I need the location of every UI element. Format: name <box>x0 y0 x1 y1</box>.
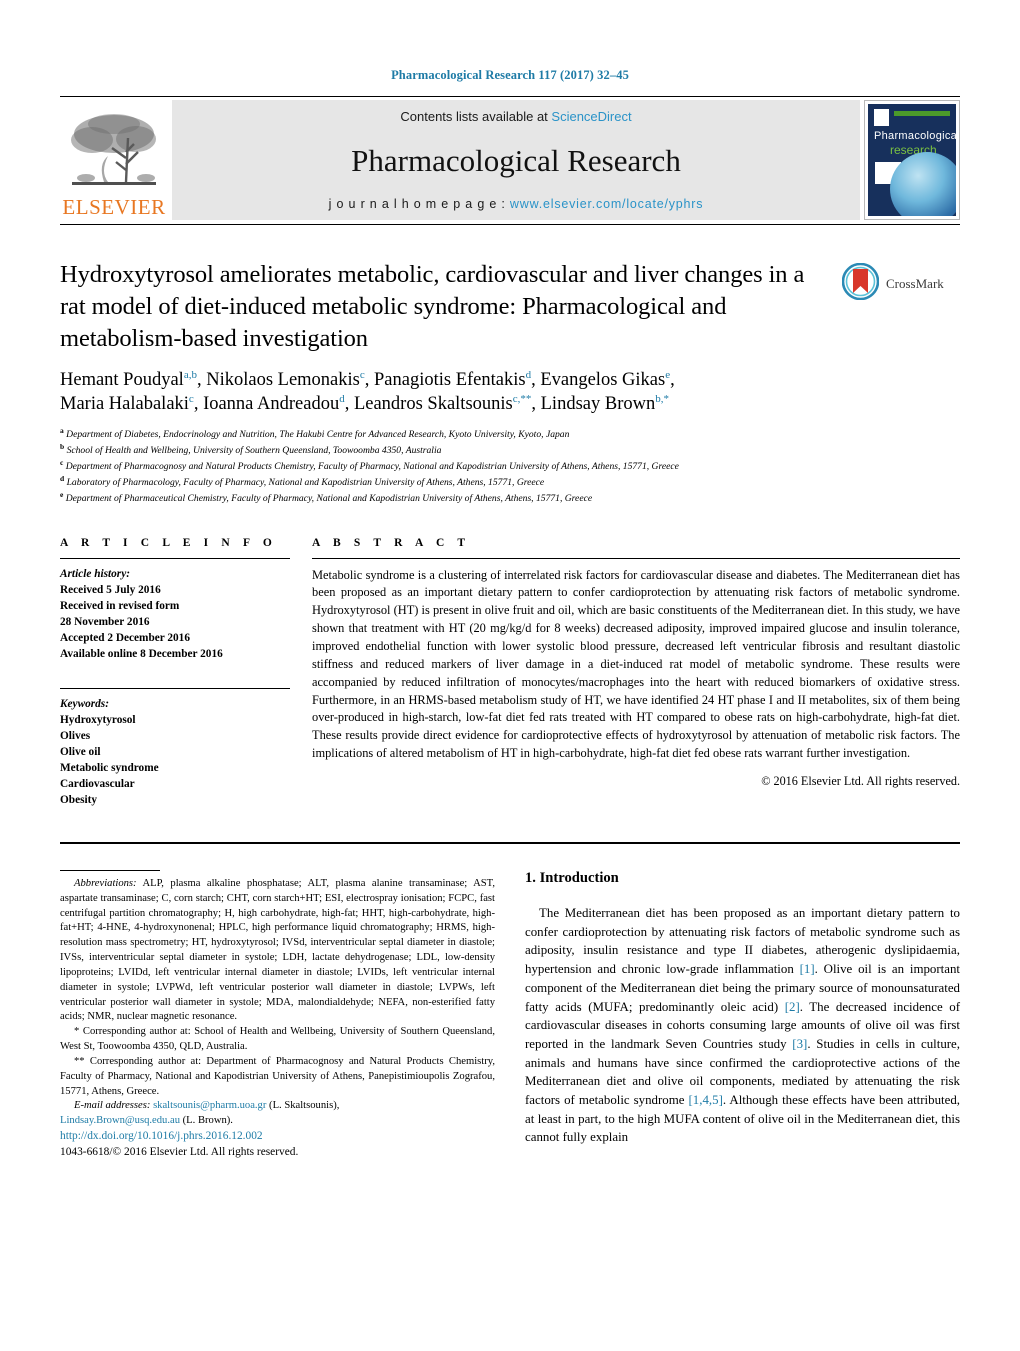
bottom-columns: Abbreviations: ALP, plasma alkaline phos… <box>60 870 960 1161</box>
info-abstract-row: A R T I C L E I N F O Article history: R… <box>60 537 960 808</box>
journal-cover-thumbnail[interactable]: Pharmacological research <box>864 100 960 220</box>
email-label: E-mail addresses: <box>74 1100 151 1112</box>
citation-link[interactable]: [1] <box>800 962 815 976</box>
contents-available-line: Contents lists available at ScienceDirec… <box>400 109 631 124</box>
abstract-copyright: © 2016 Elsevier Ltd. All rights reserved… <box>761 774 960 789</box>
article-info-rule <box>60 557 290 559</box>
crossmark-icon <box>841 262 880 305</box>
keywords-label: Keywords: <box>60 697 109 710</box>
affiliation-item: d Laboratory of Pharmacology, Faculty of… <box>60 474 545 489</box>
elsevier-logo[interactable]: ELSEVIER <box>60 100 168 220</box>
abstract-column: A B S T R A C T Metabolic syndrome is a … <box>312 537 960 808</box>
affiliations-list: a Department of Diabetes, Endocrinology … <box>60 426 960 507</box>
keywords-rule <box>60 687 290 689</box>
page-title: Hydroxytyrosol ameliorates metabolic, ca… <box>60 261 805 352</box>
citation-link[interactable]: [3] <box>792 1037 807 1051</box>
list-item: Metabolic syndrome <box>60 761 159 774</box>
doi-link[interactable]: http://dx.doi.org/10.1016/j.phrs.2016.12… <box>60 1129 495 1145</box>
list-item: Hydroxytyrosol <box>60 713 136 726</box>
corresponding-author-1: * Corresponding author at: School of Hea… <box>60 1026 495 1053</box>
author-line-1: Hemant Poudyala,b, Nikolaos Lemonakisc, … <box>60 368 675 390</box>
section-divider-rule <box>60 842 960 844</box>
masthead-top-rule <box>60 96 960 97</box>
article-info-heading: A R T I C L E I N F O <box>60 536 277 549</box>
sciencedirect-link[interactable]: ScienceDirect <box>551 109 631 124</box>
contents-prefix: Contents lists available at <box>400 109 552 124</box>
article-history-items: Received 5 July 2016 Received in revised … <box>60 582 290 662</box>
list-item: Received 5 July 2016 <box>60 583 161 596</box>
masthead-center: Contents lists available at ScienceDirec… <box>172 100 860 220</box>
introduction-paragraph: The Mediterranean diet has been proposed… <box>525 904 960 1147</box>
abstract-heading: A B S T R A C T <box>312 536 471 549</box>
email-line-2: Lindsay.Brown@usq.edu.au (L. Brown). <box>60 1114 495 1129</box>
list-item: Obesity <box>60 793 98 806</box>
journal-masthead: ELSEVIER Contents lists available at Sci… <box>60 100 960 220</box>
article-info-column: A R T I C L E I N F O Article history: R… <box>60 537 312 808</box>
affiliation-item: a Department of Diabetes, Endocrinology … <box>60 425 570 440</box>
author-list: Hemant Poudyala,b, Nikolaos Lemonakisc, … <box>60 368 960 417</box>
list-item: Cardiovascular <box>60 777 135 790</box>
journal-homepage-line: j o u r n a l h o m e p a g e : www.else… <box>329 197 704 211</box>
abbreviations-text: ALP, plasma alkaline phosphatase; ALT, p… <box>60 878 495 1023</box>
list-item: Available online 8 December 2016 <box>60 647 223 660</box>
author-line-2: Maria Halabalakic, Ioanna Andreadoud, Le… <box>60 393 669 415</box>
paper-page: Pharmacological Research 117 (2017) 32–4… <box>0 0 1020 1351</box>
abstract-rule <box>312 557 960 559</box>
cover-green-bar <box>894 111 950 116</box>
issn-copyright: 1043-6618/© 2016 Elsevier Ltd. All right… <box>60 1146 299 1159</box>
title-block: Hydroxytyrosol ameliorates metabolic, ca… <box>60 259 960 355</box>
email-attrib-2: (L. Brown). <box>180 1115 233 1127</box>
email-attrib-1: (L. Skaltsounis), <box>266 1100 340 1112</box>
crossmark-badge[interactable]: CrossMark <box>841 259 960 305</box>
article-history: Article history: Received 5 July 2016 Rec… <box>60 566 290 662</box>
citation-link[interactable]: [1,4,5] <box>689 1093 723 1107</box>
affiliation-item: c Department of Pharmacognosy and Natura… <box>60 458 679 473</box>
footnote-separator <box>60 870 160 871</box>
elsevier-wordmark: ELSEVIER <box>62 195 166 219</box>
email-addresses-note: E-mail addresses: skaltsounis@pharm.uoa.… <box>60 1099 495 1114</box>
abbreviations-note: Abbreviations: ALP, plasma alkaline phos… <box>60 877 495 1025</box>
citation-link[interactable]: [2] <box>785 1000 800 1014</box>
introduction-column: 1. Introduction The Mediterranean diet h… <box>525 870 960 1161</box>
introduction-heading: 1. Introduction <box>525 870 619 886</box>
homepage-prefix: j o u r n a l h o m e p a g e : <box>328 197 510 211</box>
title-column: Hydroxytyrosol ameliorates metabolic, ca… <box>60 259 842 355</box>
email-link-2[interactable]: Lindsay.Brown@usq.edu.au <box>60 1115 180 1126</box>
cover-title-line1: Pharmacological <box>874 130 956 142</box>
corresponding-author-2: ** Corresponding author at: Department o… <box>60 1055 495 1097</box>
affiliation-item: b School of Health and Wellbeing, Univer… <box>60 441 442 457</box>
email-link-1[interactable]: skaltsounis@pharm.uoa.gr <box>153 1100 266 1111</box>
article-history-label: Article history: <box>60 567 130 580</box>
cover-elsevier-mark-icon <box>874 109 889 126</box>
list-item: 28 November 2016 <box>60 615 150 628</box>
footnotes-body: Abbreviations: ALP, plasma alkaline phos… <box>60 877 495 1161</box>
list-item: Olive oil <box>60 745 101 758</box>
homepage-url-link[interactable]: www.elsevier.com/locate/yphrs <box>510 197 703 211</box>
keywords-items: Hydroxytyrosol Olives Olive oil Metabolic s… <box>60 712 290 808</box>
affiliation-item: e Department of Pharmaceutical Chemistry… <box>60 490 593 505</box>
list-item: Olives <box>60 729 91 742</box>
masthead-bottom-rule <box>60 224 960 225</box>
footnotes-column: Abbreviations: ALP, plasma alkaline phos… <box>60 870 495 1161</box>
cover-art: Pharmacological research <box>868 104 956 216</box>
list-item: Received in revised form <box>60 599 180 612</box>
journal-title: Pharmacological Research <box>351 143 681 178</box>
abstract-text: Metabolic syndrome is a clustering of in… <box>312 567 960 761</box>
keywords-block: Keywords: Hydroxytyrosol Olives Olive oil M… <box>60 696 290 808</box>
elsevier-tree-icon <box>68 108 160 196</box>
abbreviations-label: Abbreviations: <box>74 878 137 889</box>
list-item: Accepted 2 December 2016 <box>60 631 190 644</box>
running-head: Pharmacological Research 117 (2017) 32–4… <box>391 68 629 82</box>
crossmark-label: CrossMark <box>886 276 944 291</box>
